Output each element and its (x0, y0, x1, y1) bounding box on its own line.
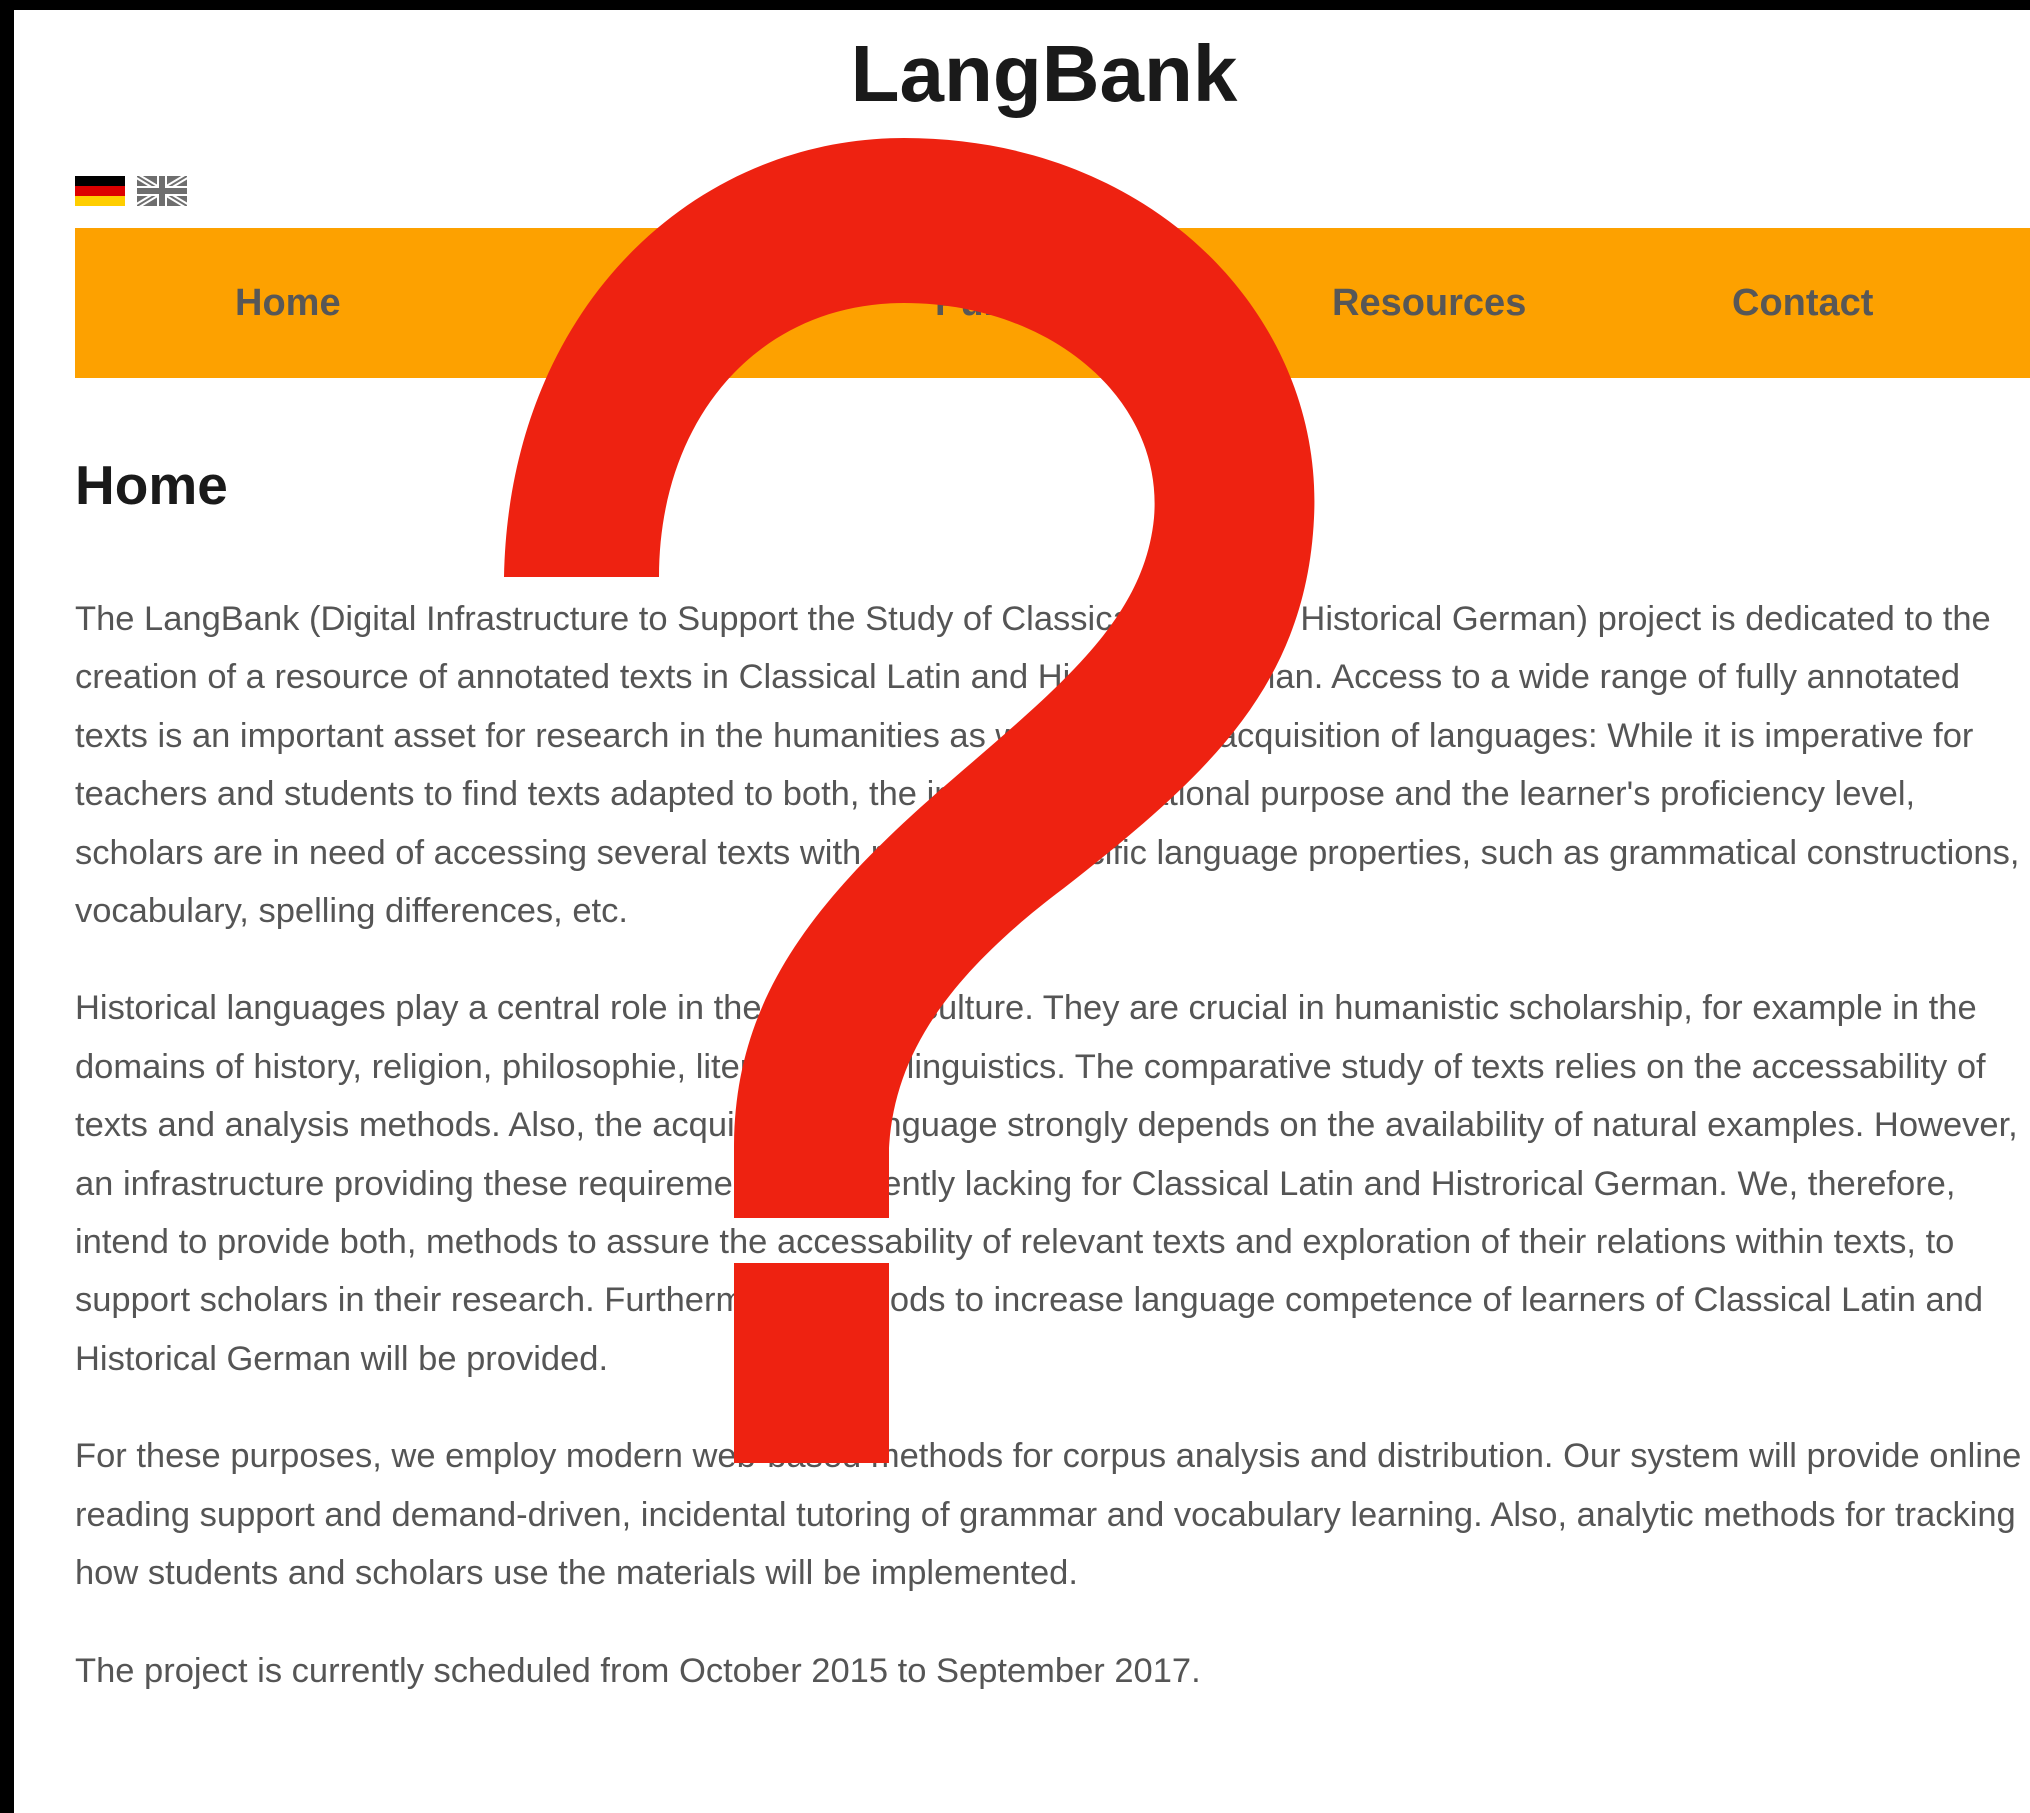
nav-item-publications[interactable]: Publica (935, 228, 1070, 378)
schedule-paragraph: The project is currently scheduled from … (75, 1651, 1201, 1690)
uk-flag-icon[interactable] (135, 173, 189, 209)
page-heading: Home (75, 454, 228, 516)
main-navigation: Home Publica Resources Contact (75, 228, 2030, 378)
page-content: The LangBank (Digital Infrastructure to … (75, 590, 2030, 1739)
language-switcher (75, 173, 189, 209)
browser-viewport: LangBank Home Publica Resources Contact … (14, 10, 2030, 1813)
methods-paragraph: For these purposes, we employ modern web… (75, 1437, 2022, 1593)
background-paragraph: Historical languages play a central role… (75, 989, 2018, 1378)
nav-item-contact[interactable]: Contact (1732, 228, 1873, 378)
intro-paragraph: The LangBank (Digital Infrastructure to … (75, 600, 2020, 931)
nav-item-resources[interactable]: Resources (1332, 228, 1526, 378)
nav-item-home[interactable]: Home (235, 228, 341, 378)
site-title: LangBank (850, 29, 1238, 118)
german-flag-icon[interactable] (75, 176, 125, 206)
